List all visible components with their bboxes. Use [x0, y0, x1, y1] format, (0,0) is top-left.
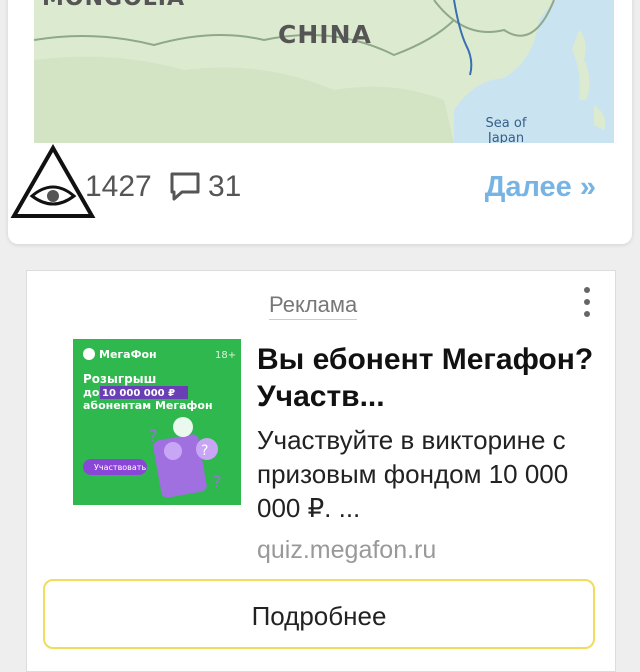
ad-image-line2-amount: 10 000 000 ₽ — [102, 388, 175, 399]
more-link[interactable]: Далее » — [485, 168, 596, 206]
ad-image-line1: Розыгрыш — [83, 372, 156, 386]
map-label-sea-of-japan: Sea of Japan — [476, 116, 536, 143]
ad-image-age: 18+ — [215, 350, 236, 361]
map-label-china: CHINA — [278, 20, 372, 49]
ad-domain[interactable]: quiz.megafon.ru — [257, 535, 436, 565]
svg-text:?: ? — [213, 472, 222, 491]
more-details-button[interactable]: Подробнее — [43, 579, 595, 649]
svg-text:?: ? — [201, 443, 208, 459]
map-label-sea-line2: Japan — [487, 131, 525, 143]
ad-label: Реклама — [269, 291, 358, 320]
post-stats-row: 1427 31 Далее » — [8, 144, 632, 220]
map-image[interactable]: MONGOLIA CHINA Sea of Japan — [34, 0, 614, 143]
ad-image-button: Участвовать — [94, 463, 146, 472]
ad-card[interactable]: Реклама МегаФон 18+ Розыгрыш до 10 000 0… — [26, 270, 616, 672]
views-count: 1427 — [85, 170, 152, 203]
map-label-mongolia: MONGOLIA — [42, 0, 185, 11]
svg-text:?: ? — [149, 426, 158, 445]
comment-bubble-icon[interactable] — [168, 170, 202, 202]
ad-image[interactable]: МегаФон 18+ Розыгрыш до 10 000 000 ₽ або… — [73, 339, 241, 505]
ad-image-graphic: МегаФон 18+ Розыгрыш до 10 000 000 ₽ або… — [73, 339, 241, 505]
comments-count[interactable]: 31 — [208, 168, 241, 206]
eye-triangle-logo-icon — [10, 144, 96, 218]
ad-image-line2-prefix: до — [83, 386, 100, 399]
post-card: MONGOLIA CHINA Sea of Japan 1427 31 Дале… — [8, 0, 632, 244]
map-label-sea-line1: Sea of — [485, 116, 527, 131]
ad-description: Участвуйте в викторине с призовым фондом… — [257, 425, 569, 523]
ad-image-brand: МегаФон — [99, 348, 157, 361]
ad-title[interactable]: Вы ебонент Мегафон? Участв... — [257, 341, 597, 415]
ad-image-line3: абонентам Мегафон — [83, 399, 213, 412]
more-vertical-icon[interactable] — [581, 287, 593, 321]
